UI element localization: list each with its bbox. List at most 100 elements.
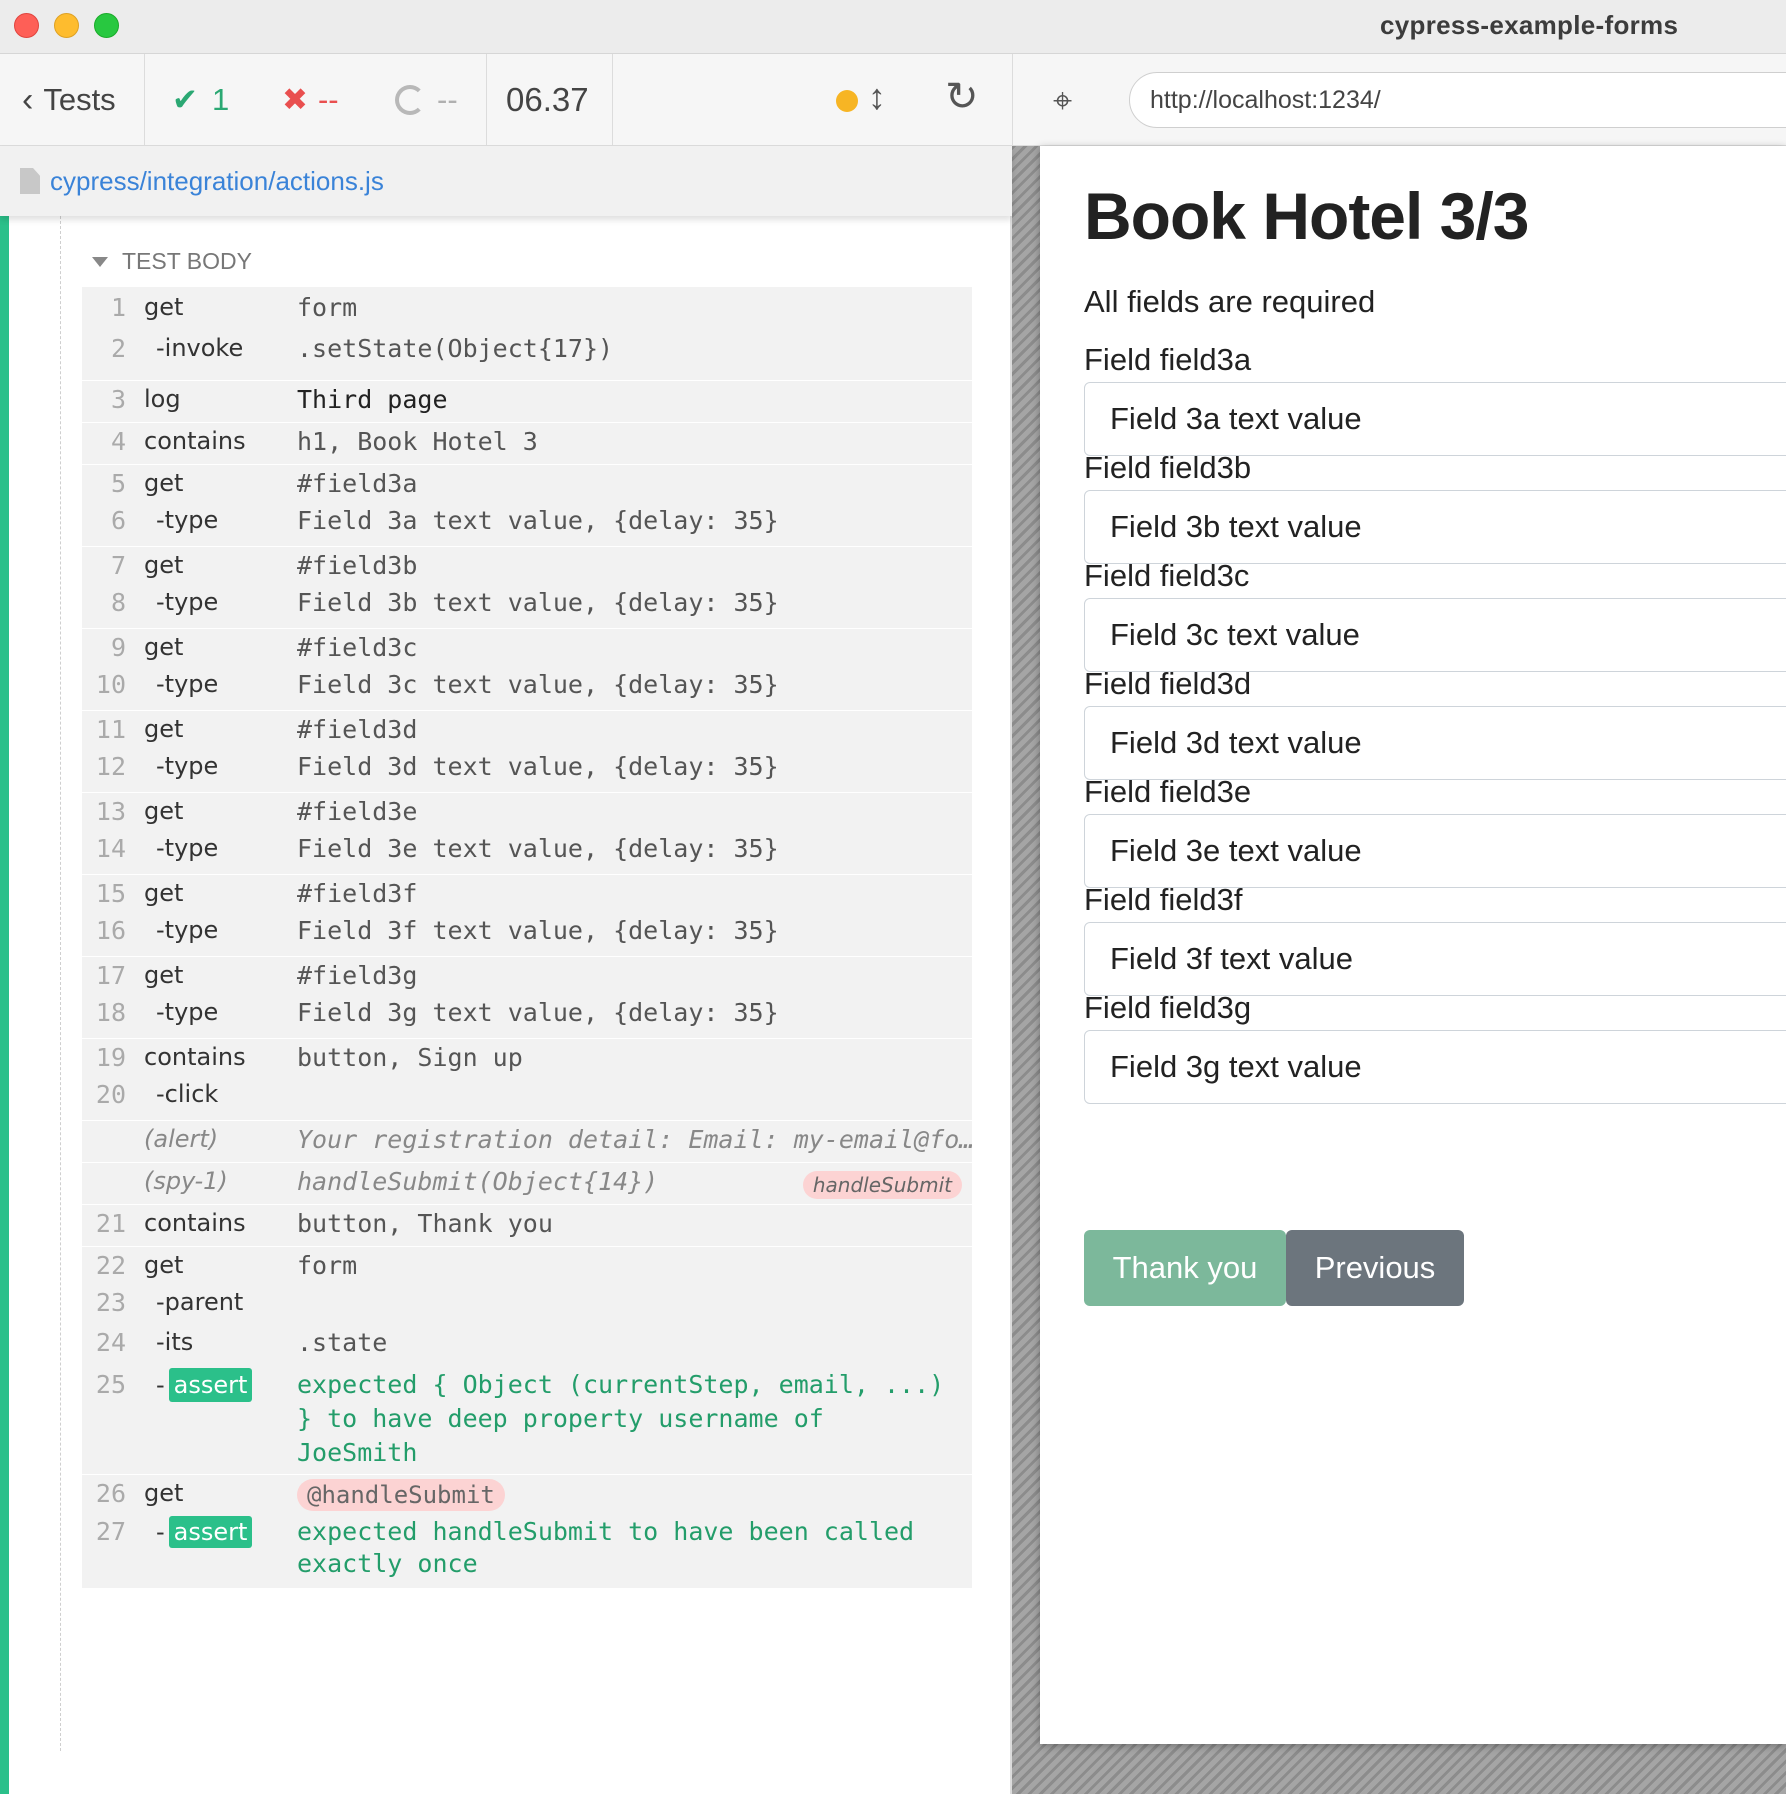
field3b-input[interactable]: Field 3b text value [1084, 490, 1786, 564]
command-list: 1 get form 2 -invoke .setState(Object{17… [82, 286, 972, 1588]
command-name: -type [156, 998, 219, 1026]
command-row[interactable]: 22 get form [82, 1246, 972, 1288]
command-name: get [144, 551, 184, 579]
command-message: Field 3a text value, {delay: 35} [297, 506, 779, 535]
command-name: - assert [142, 1516, 297, 1588]
previous-button[interactable]: Previous [1286, 1230, 1464, 1306]
command-name: -type [156, 834, 219, 862]
url-bar[interactable]: http://localhost:1234/ [1129, 72, 1786, 128]
command-row[interactable]: 15 get #field3f [82, 874, 972, 916]
command-number: 6 [110, 506, 126, 535]
command-message: #field3e [297, 797, 418, 826]
command-name: -type [156, 588, 219, 616]
command-row[interactable]: 19 contains button, Sign up [82, 1038, 972, 1080]
command-row[interactable]: 16 -type Field 3f text value, {delay: 35… [82, 916, 972, 956]
command-row[interactable]: 6 -type Field 3a text value, {delay: 35} [82, 506, 972, 546]
command-row[interactable]: 20 -click [82, 1080, 972, 1120]
event-name: (alert) [144, 1125, 219, 1153]
command-number: 10 [95, 670, 126, 699]
command-row[interactable]: 1 get form [82, 286, 972, 334]
field3d-input[interactable]: Field 3d text value [1084, 706, 1786, 780]
command-number: 22 [95, 1251, 126, 1280]
field3f-input[interactable]: Field 3f text value [1084, 922, 1786, 996]
command-name: get [144, 961, 184, 989]
command-message: #field3g [297, 961, 418, 990]
command-number: 1 [110, 293, 126, 322]
command-row[interactable]: 10 -type Field 3c text value, {delay: 35… [82, 670, 972, 710]
field3e-input[interactable]: Field 3e text value [1084, 814, 1786, 888]
command-row[interactable]: 21 contains button, Thank you [82, 1204, 972, 1246]
field3c-input[interactable]: Field 3c text value [1084, 598, 1786, 672]
command-row[interactable]: 14 -type Field 3e text value, {delay: 35… [82, 834, 972, 874]
alias-badge: handleSubmit [802, 1171, 962, 1199]
command-name: log [144, 385, 181, 413]
command-message: Field 3d text value, {delay: 35} [297, 752, 779, 781]
assertion-row[interactable]: 27 - assert expected handleSubmit to have… [82, 1516, 972, 1588]
command-number: 3 [110, 385, 126, 414]
cross-icon: ✖ [282, 82, 308, 117]
command-message: Field 3b text value, {delay: 35} [297, 588, 779, 617]
command-number: 12 [95, 752, 126, 781]
close-window-button[interactable] [14, 13, 39, 38]
duration: 06.37 [506, 81, 589, 118]
zoom-window-button[interactable] [94, 13, 119, 38]
command-number: 24 [95, 1328, 126, 1357]
command-row[interactable]: 4 contains h1, Book Hotel 3 [82, 422, 972, 464]
command-row[interactable]: 8 -type Field 3b text value, {delay: 35} [82, 588, 972, 628]
command-row[interactable]: 17 get #field3g [82, 956, 972, 998]
spec-path-bar: cypress/integration/actions.js [0, 146, 1012, 216]
command-row[interactable]: 18 -type Field 3g text value, {delay: 35… [82, 998, 972, 1038]
tests-button[interactable]: ‹ Tests [22, 54, 116, 146]
command-name: get [144, 1251, 184, 1279]
chevron-left-icon: ‹ [22, 80, 34, 119]
app-preview-area: Book Hotel 3/3 All fields are required F… [1012, 146, 1786, 1794]
command-log-panel: TEST BODY 1 get form 2 -invoke .setState… [0, 216, 1012, 1794]
command-name: -type [156, 670, 219, 698]
minimize-window-button[interactable] [54, 13, 79, 38]
command-number: 23 [95, 1288, 126, 1317]
command-message: Field 3e text value, {delay: 35} [297, 834, 779, 863]
assert-badge: assert [168, 1516, 253, 1548]
command-row[interactable]: 7 get #field3b [82, 546, 972, 588]
command-number: 4 [110, 427, 126, 456]
field3g-input[interactable]: Field 3g text value [1084, 1030, 1786, 1104]
thank-you-button[interactable]: Thank you [1084, 1230, 1286, 1306]
command-row[interactable]: 24 -its .state [82, 1328, 972, 1368]
app-page: Book Hotel 3/3 All fields are required F… [1040, 146, 1786, 1744]
command-message: Field 3f text value, {delay: 35} [297, 916, 779, 945]
field-label: Field field3b [1084, 450, 1252, 485]
auto-scroll-toggle-icon[interactable]: ↕ [868, 76, 886, 118]
assertion-row[interactable]: 25 - assert expected { Object (currentSte… [82, 1368, 972, 1474]
command-number: 13 [95, 797, 126, 826]
command-row[interactable]: 26 get @handleSubmit [82, 1474, 972, 1516]
passed-count: 1 [211, 82, 230, 117]
window-title: cypress-example-forms [1380, 10, 1679, 40]
command-row[interactable]: 9 get #field3c [82, 628, 972, 670]
command-row[interactable]: 12 -type Field 3d text value, {delay: 35… [82, 752, 972, 792]
check-icon: ✔ [172, 82, 198, 117]
command-row[interactable]: 2 -invoke .setState(Object{17}) [82, 334, 972, 380]
event-row[interactable]: (alert) Your registration detail: Email:… [82, 1120, 972, 1162]
command-name: contains [144, 427, 246, 455]
command-message [297, 1080, 972, 1120]
command-row[interactable]: 23 -parent [82, 1288, 972, 1328]
command-message: .setState(Object{17}) [297, 334, 614, 363]
field3a-input[interactable]: Field 3a text value [1084, 382, 1786, 456]
test-body-header[interactable]: TEST BODY [92, 248, 252, 275]
command-number: 2 [110, 334, 126, 363]
page-title: Book Hotel 3/3 [1084, 179, 1529, 253]
spec-path-link[interactable]: cypress/integration/actions.js [50, 166, 384, 197]
header-divider [612, 54, 613, 146]
command-row[interactable]: 3 log Third page [82, 380, 972, 422]
event-name: (spy-1) [144, 1167, 228, 1195]
command-row[interactable]: 13 get #field3e [82, 792, 972, 834]
command-row[interactable]: 5 get #field3a [82, 464, 972, 506]
header-divider [144, 54, 145, 146]
reporter-header: ‹ Tests ✔ 1 ✖ -- -- 06.37 ↕ ↻ [0, 54, 1012, 146]
command-row[interactable]: 11 get #field3d [82, 710, 972, 752]
command-number: 18 [95, 998, 126, 1027]
rerun-tests-icon[interactable]: ↻ [945, 74, 979, 120]
selector-playground-icon[interactable]: ⌖ [1053, 82, 1072, 121]
event-row[interactable]: (spy-1) handleSubmit(Object{14}) handleS… [82, 1162, 972, 1204]
command-number: 26 [95, 1479, 126, 1508]
